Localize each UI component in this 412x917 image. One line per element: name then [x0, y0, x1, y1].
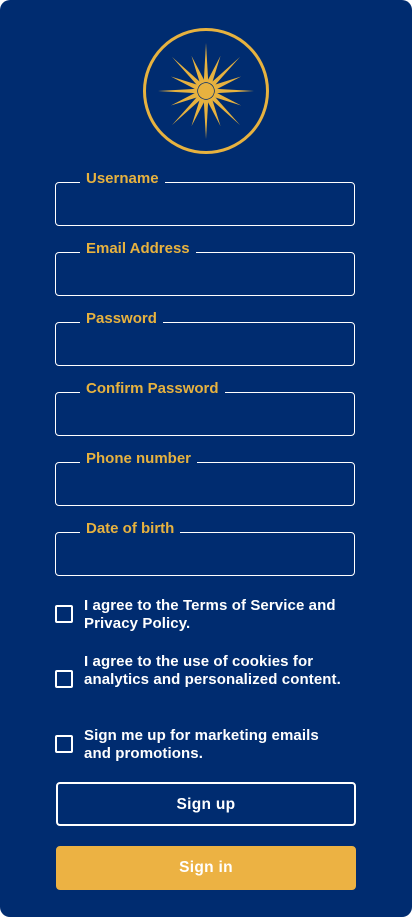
marketing-checkbox[interactable] — [55, 735, 73, 753]
username-input[interactable] — [64, 189, 346, 219]
date-of-birth-label: Date of birth — [80, 520, 181, 538]
phone-field: Phone number — [55, 450, 355, 506]
email-field: Email Address — [55, 240, 355, 296]
sun-ray-long — [203, 43, 209, 83]
username-field: Username — [55, 170, 355, 226]
sign-up-button[interactable]: Sign up — [56, 782, 356, 826]
password-input[interactable] — [64, 329, 346, 359]
sun-ray-long — [214, 88, 254, 94]
vergina-sun-icon — [143, 28, 269, 154]
sign-in-button[interactable]: Sign in — [56, 846, 356, 890]
date-of-birth-input[interactable] — [64, 539, 346, 569]
cookies-checkbox-label: I agree to the use of cookies for analyt… — [84, 653, 341, 688]
cookies-checkbox[interactable] — [55, 670, 73, 688]
confirm-password-field: Confirm Password — [55, 380, 355, 436]
signup-form-card: Username Email Address Password Confirm … — [0, 0, 412, 917]
confirm-password-label: Confirm Password — [80, 380, 225, 398]
marketing-checkbox-label: Sign me up for marketing emails and prom… — [84, 727, 319, 762]
terms-checkbox[interactable] — [55, 605, 73, 623]
date-of-birth-field: Date of birth — [55, 520, 355, 576]
password-field: Password — [55, 310, 355, 366]
sun-ray-long — [158, 88, 198, 94]
phone-label: Phone number — [80, 450, 198, 468]
password-label: Password — [80, 310, 163, 328]
email-label: Email Address — [80, 240, 196, 258]
phone-input[interactable] — [64, 469, 346, 499]
terms-checkbox-label: I agree to the Terms of Service and Priv… — [84, 597, 336, 632]
username-label: Username — [80, 170, 165, 188]
sun-ray-long — [203, 99, 209, 139]
email-input[interactable] — [64, 259, 346, 289]
confirm-password-input[interactable] — [64, 399, 346, 429]
